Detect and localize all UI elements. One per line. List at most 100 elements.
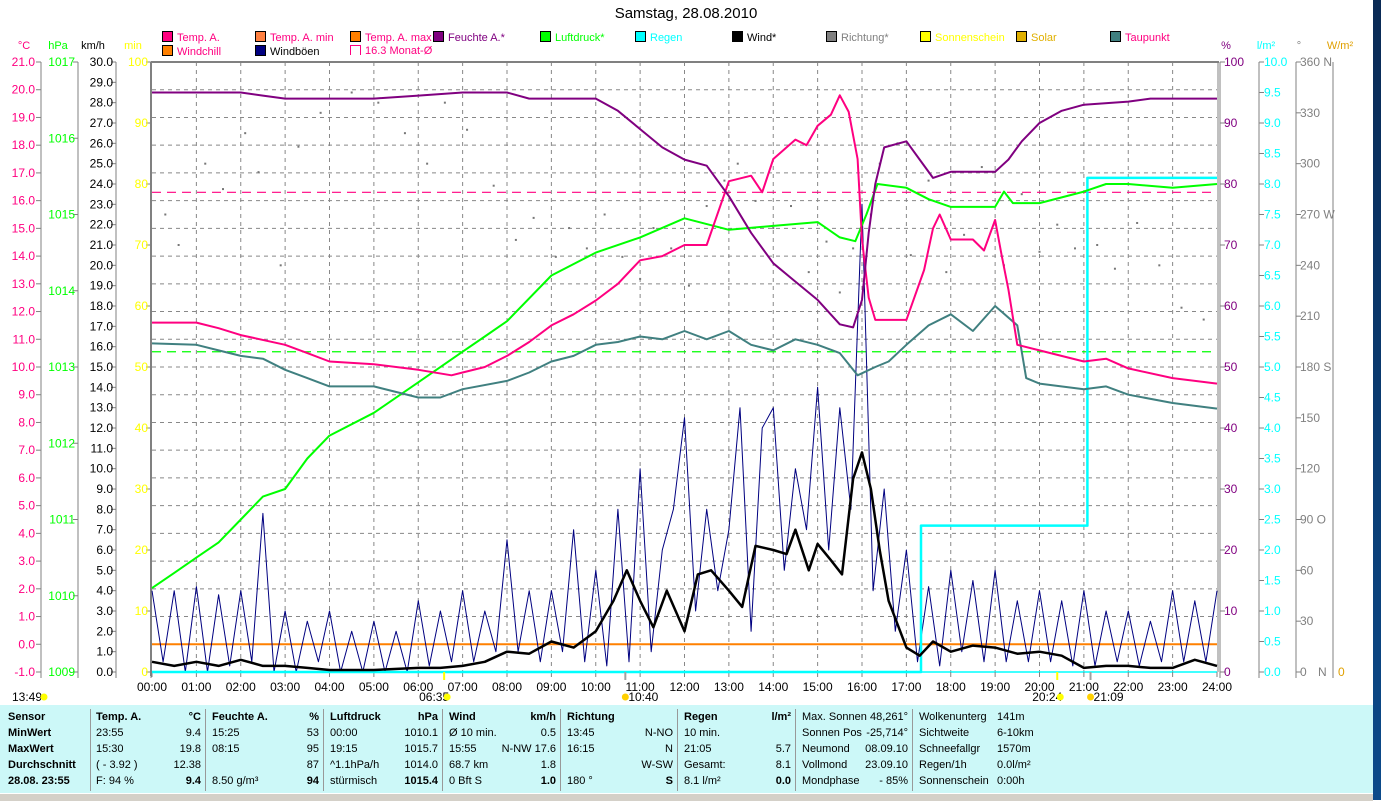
direction-point bbox=[772, 227, 775, 230]
direction-point bbox=[532, 216, 535, 219]
axis-label-temp: 16.0 bbox=[12, 194, 36, 208]
table-cell: MaxWert bbox=[8, 743, 54, 755]
axis-label-hpa: 1012 bbox=[48, 436, 75, 450]
axis-label-rain: 3.5 bbox=[1264, 452, 1281, 466]
axis-unit-pct: % bbox=[1221, 40, 1231, 52]
axis-label-rain: 1.5 bbox=[1264, 574, 1281, 588]
table-value: 1015.7 bbox=[404, 743, 438, 755]
weather-chart: -1.0 0.0 1.0 2.0 3.0 4.0 5.0 6.0 7.0 8.0 9.0 10.0 11… bbox=[12, 40, 1354, 704]
table-cell: 13:45 bbox=[567, 727, 595, 739]
table-cell: F: 94 % bbox=[96, 775, 134, 787]
table-value: 1570m bbox=[997, 743, 1031, 755]
table-value: 5.7 bbox=[775, 743, 791, 755]
table-cell: Ø 10 min. bbox=[449, 727, 497, 739]
axis-unit-min: min bbox=[124, 40, 142, 52]
axis-label-dir: 90 O bbox=[1300, 513, 1326, 527]
axis-label-dir: 150 bbox=[1300, 411, 1320, 425]
table-value: 12.38 bbox=[173, 759, 201, 771]
axis-label-pct: 70 bbox=[1224, 238, 1238, 252]
axis-label-temp: 17.0 bbox=[12, 166, 36, 180]
axis-label-kmh: 3.0 bbox=[96, 604, 113, 618]
axis-label-temp: 14.0 bbox=[12, 249, 36, 263]
axis-label-temp: 0.0 bbox=[18, 637, 35, 651]
axis-label-temp: -1.0 bbox=[14, 665, 35, 679]
table-value: 0.0 bbox=[775, 775, 791, 787]
axis-label-temp: 2.0 bbox=[18, 582, 35, 596]
table-value: S bbox=[665, 775, 673, 787]
table-cell: 28.08. 23:55 bbox=[8, 775, 70, 787]
table-cell: Durchschnitt bbox=[8, 759, 76, 771]
table-cell: Vollmond bbox=[802, 759, 848, 771]
axis-label-kmh: 29.0 bbox=[90, 75, 114, 89]
table-header: Richtung bbox=[567, 711, 615, 723]
x-tick-label: 05:00 bbox=[359, 680, 389, 694]
axis-label-rain: 5.0 bbox=[1264, 360, 1281, 374]
direction-point bbox=[492, 184, 495, 187]
table-value: 53 bbox=[306, 727, 319, 739]
direction-point bbox=[621, 255, 624, 258]
x-tick-label: 16:00 bbox=[847, 680, 877, 694]
marker-time: 13:49 bbox=[12, 690, 42, 704]
table-value: 23.09.10 bbox=[865, 759, 908, 771]
direction-point bbox=[790, 205, 792, 208]
axis-label-dir: 330 bbox=[1300, 106, 1320, 120]
direction-point bbox=[1096, 244, 1099, 246]
axis-label-min: 60 bbox=[135, 299, 149, 313]
table-value: 1015.4 bbox=[404, 775, 438, 787]
axis-label-hpa: 1010 bbox=[48, 589, 75, 603]
axis-label-kmh: 20.0 bbox=[90, 258, 114, 272]
table-cell: 8.1 l/m² bbox=[684, 775, 721, 787]
table-cell: 68.7 km bbox=[449, 759, 489, 771]
table-value: -25,714° bbox=[866, 727, 908, 739]
axis-label-dir: 210 bbox=[1300, 309, 1320, 323]
table-value: 94 bbox=[306, 775, 319, 787]
direction-point bbox=[257, 171, 260, 174]
axis-label-kmh: 11.0 bbox=[91, 441, 114, 455]
axis-label-hpa: 1016 bbox=[48, 131, 75, 145]
direction-point bbox=[927, 179, 930, 182]
direction-point bbox=[945, 271, 948, 274]
axis-label-kmh: 10.0 bbox=[90, 462, 114, 476]
axis-label-hpa: 1011 bbox=[49, 513, 75, 527]
axis-label-hpa: 1017 bbox=[48, 55, 75, 69]
axis-label-rain: 0.0 bbox=[1264, 665, 1281, 679]
direction-point bbox=[687, 284, 690, 287]
axis-label-rain: 8.0 bbox=[1264, 177, 1281, 191]
table-header: Feuchte A. bbox=[212, 711, 268, 723]
axis-label-dir: 60 bbox=[1300, 563, 1314, 577]
x-tick-label: 04:00 bbox=[314, 680, 344, 694]
table-cell: 15:55 bbox=[449, 743, 477, 755]
direction-point bbox=[514, 238, 517, 241]
axis-label-rain: 3.0 bbox=[1264, 482, 1281, 496]
x-tick-label: 15:00 bbox=[803, 680, 833, 694]
direction-point bbox=[568, 227, 571, 230]
table-cell: 16:15 bbox=[567, 743, 595, 755]
direction-point bbox=[963, 233, 966, 236]
table-cell: 15:30 bbox=[96, 743, 124, 755]
marker-time: 21:09 bbox=[1094, 690, 1124, 704]
x-tick-label: 24:00 bbox=[1202, 680, 1232, 694]
direction-point bbox=[466, 128, 469, 131]
sunset-icon bbox=[1056, 693, 1064, 701]
axis-label-rain: 2.0 bbox=[1264, 543, 1281, 557]
direction-point bbox=[204, 162, 207, 165]
axis-label-min: 90 bbox=[135, 116, 149, 130]
axis-label-kmh: 6.0 bbox=[96, 543, 113, 557]
x-tick-label: 03:00 bbox=[270, 680, 300, 694]
direction-point bbox=[350, 91, 353, 94]
direction-point bbox=[1056, 223, 1059, 226]
axis-unit-rain: l/m² bbox=[1257, 40, 1276, 52]
direction-point bbox=[1136, 221, 1139, 224]
axis-label-hpa: 1009 bbox=[48, 665, 75, 679]
axis-label-dir: 0 bbox=[1300, 665, 1307, 679]
axis-label-rain: 2.5 bbox=[1264, 513, 1281, 527]
direction-point bbox=[1020, 193, 1023, 196]
table-value: 0.5 bbox=[540, 727, 556, 739]
axis-label-temp: 12.0 bbox=[12, 305, 36, 319]
table-cell: 08:15 bbox=[212, 743, 240, 755]
moon-meridian-icon bbox=[1087, 693, 1095, 701]
x-tick-label: 07:00 bbox=[448, 680, 478, 694]
axis-label-rain: 0.5 bbox=[1264, 635, 1281, 649]
table-cell: MinWert bbox=[8, 727, 52, 739]
table-cell: 8.50 g/m³ bbox=[212, 775, 259, 787]
